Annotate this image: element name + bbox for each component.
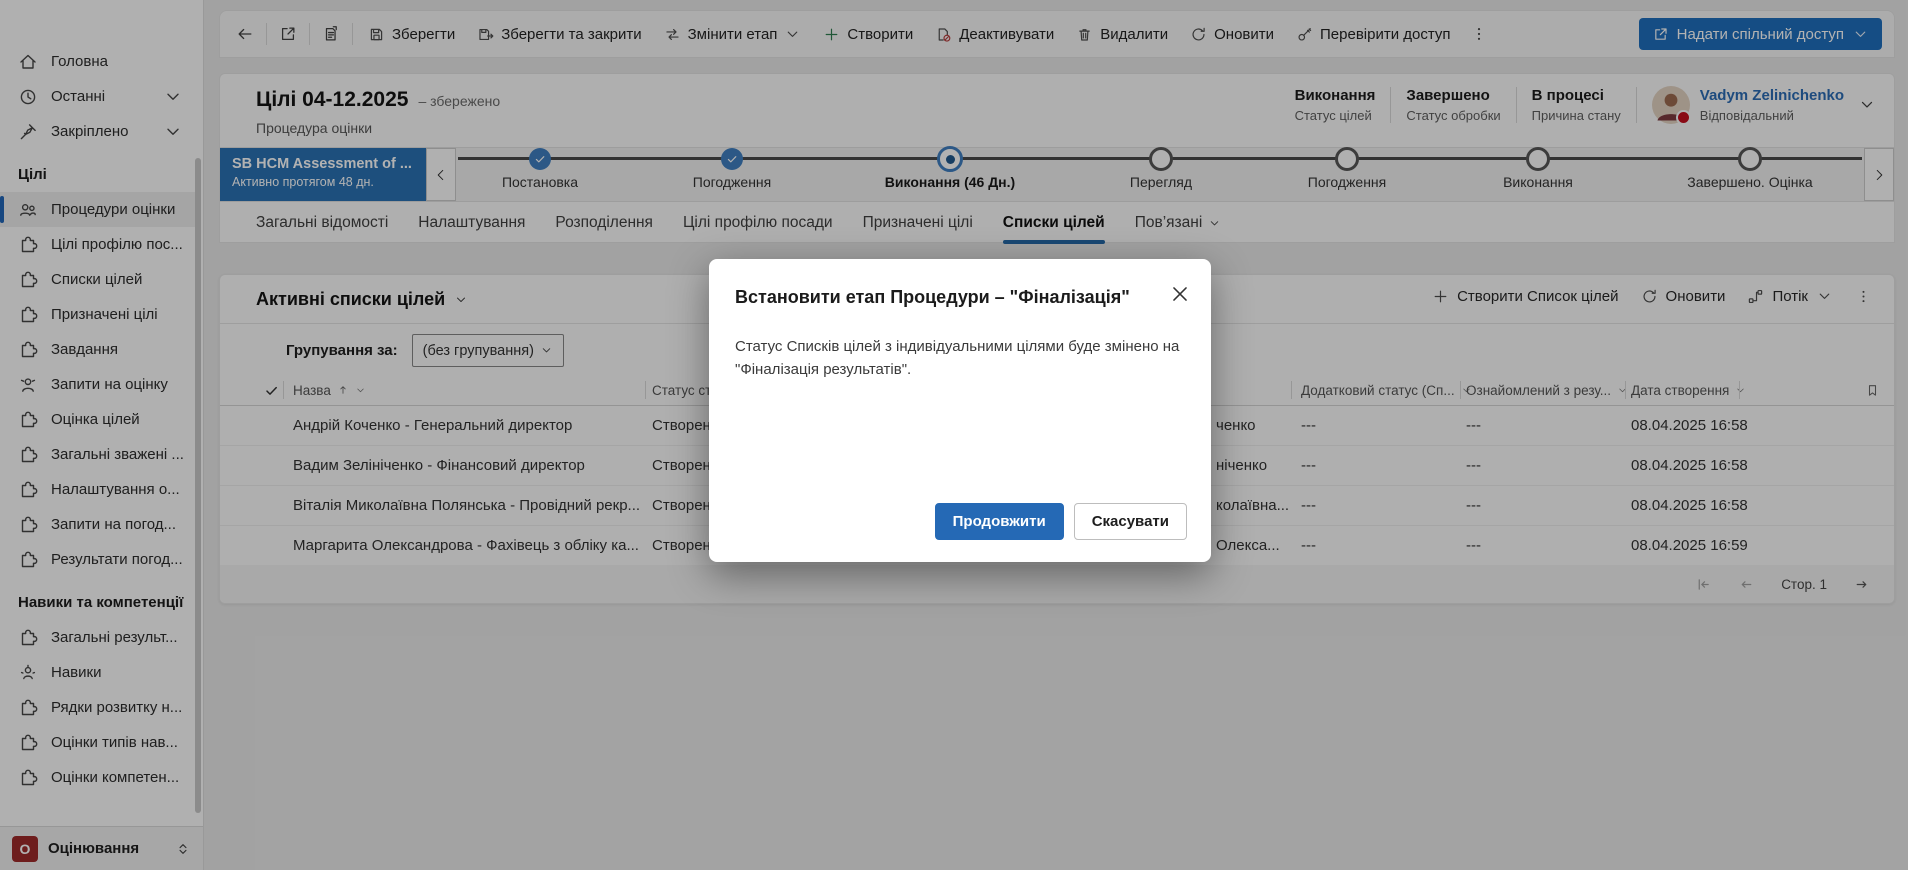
app-window: ГоловнаОстанніЗакріпленоЦіліПроцедури оц… [0, 0, 1908, 870]
dialog-message: Статус Списків цілей з індивідуальними ц… [735, 335, 1183, 382]
set-stage-dialog: Встановити етап Процедури – "Фіналізація… [709, 259, 1211, 562]
close-icon[interactable] [1169, 283, 1191, 305]
continue-button[interactable]: Продовжити [935, 503, 1064, 540]
cancel-button[interactable]: Скасувати [1074, 503, 1187, 540]
dialog-title: Встановити етап Процедури – "Фіналізація… [735, 287, 1130, 308]
